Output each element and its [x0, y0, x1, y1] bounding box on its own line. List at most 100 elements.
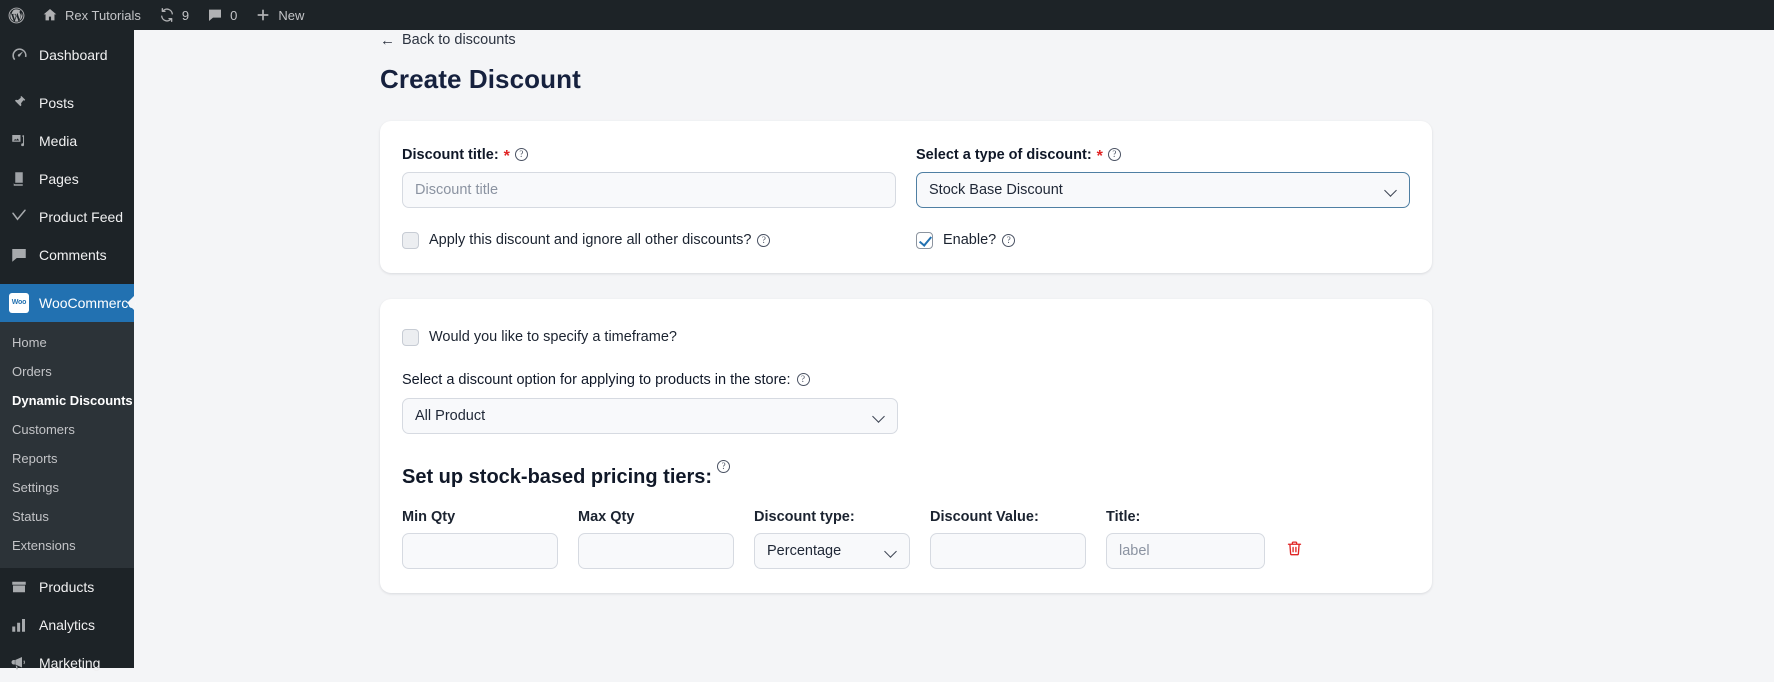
tier-min-qty-input[interactable]	[402, 532, 558, 569]
pin-icon	[9, 93, 29, 113]
sidebar-item-dynamic-discounts[interactable]: Dynamic Discounts	[0, 386, 134, 415]
sidebar-item-label: Dashboard	[39, 47, 108, 63]
discount-title-label: Discount title: * ?	[402, 146, 896, 164]
updates-count: 9	[181, 7, 190, 23]
discount-title-label-text: Discount title:	[402, 146, 499, 163]
sidebar-item-customers[interactable]: Customers	[0, 415, 134, 444]
sidebar-item-woocommerce[interactable]: Woo WooCommerce	[0, 284, 136, 322]
comment-bubble-icon	[9, 245, 29, 265]
page-title: Create Discount	[380, 63, 581, 94]
back-to-discounts-link[interactable]: ← Back to discounts	[380, 30, 516, 48]
tier-discount-value-input[interactable]	[930, 532, 1086, 569]
sidebar-item-settings[interactable]: Settings	[0, 473, 134, 502]
enable-row[interactable]: Enable? ?	[916, 231, 1410, 249]
tier-title-input[interactable]	[1106, 532, 1265, 569]
comments-count: 0	[230, 7, 238, 23]
woocommerce-submenu: Home Orders Dynamic Discounts Customers …	[0, 322, 134, 568]
menu-separator	[0, 74, 134, 84]
sidebar-item-label: Media	[39, 133, 78, 149]
updates-icon	[159, 7, 175, 23]
enable-group: Enable? ?	[916, 208, 1410, 249]
info-icon[interactable]: ?	[514, 148, 528, 161]
wp-admin-bar: Rex Tutorials 9 0 New	[0, 0, 1774, 30]
column-header-discount-value: Discount Value:	[930, 508, 1039, 525]
pricing-tiers-table: Min Qty Max Qty Discount type: Discount …	[402, 509, 1410, 569]
sidebar-item-pages[interactable]: Pages	[0, 160, 134, 198]
sidebar-item-dashboard[interactable]: Dashboard	[0, 36, 134, 74]
info-icon[interactable]: ?	[757, 233, 771, 247]
tier-max-qty-input[interactable]	[578, 532, 734, 569]
menu-separator	[0, 274, 134, 284]
sidebar-item-comments[interactable]: Comments	[0, 236, 134, 274]
sidebar-item-products[interactable]: Products	[0, 568, 134, 606]
sidebar-item-status[interactable]: Status	[0, 502, 134, 531]
comments-menu[interactable]: 0	[198, 0, 246, 30]
discount-type-label: Select a type of discount: * ?	[916, 147, 1410, 164]
sidebar-item-extensions[interactable]: Extensions	[0, 531, 134, 560]
info-icon[interactable]: ?	[1107, 148, 1121, 161]
sidebar-item-marketing[interactable]: Marketing	[0, 644, 134, 682]
chevron-down-icon	[873, 410, 885, 422]
sidebar-item-home[interactable]: Home	[0, 328, 134, 357]
column-header-max-qty: Max Qty	[578, 508, 635, 525]
sidebar-item-media[interactable]: Media	[0, 122, 134, 160]
tier-discount-value-cell	[930, 532, 1086, 569]
wordpress-logo-icon	[7, 6, 26, 25]
ignore-other-discounts-label-text: Apply this discount and ignore all other…	[429, 232, 752, 248]
sidebar-item-posts[interactable]: Posts	[0, 84, 134, 122]
info-icon[interactable]: ?	[1002, 233, 1016, 247]
products-icon	[9, 577, 29, 597]
apply-option-label-text: Select a discount option for applying to…	[402, 371, 791, 388]
new-content-menu[interactable]: New	[246, 0, 313, 30]
info-icon[interactable]: ?	[717, 459, 731, 473]
updates-menu[interactable]: 9	[150, 0, 198, 30]
media-icon	[9, 131, 29, 151]
tier-discount-type-select[interactable]: Percentage	[754, 532, 910, 569]
sidebar-item-orders[interactable]: Orders	[0, 357, 134, 386]
enable-checkbox[interactable]	[916, 231, 933, 249]
discount-title-field-group: Discount title: * ?	[402, 147, 896, 208]
back-link-label: Back to discounts	[402, 32, 516, 48]
sidebar-item-label: WooCommerce	[39, 295, 136, 311]
tier-discount-type-value: Percentage	[767, 542, 842, 559]
pricing-tier-row: Percentage	[402, 532, 1410, 569]
plus-icon	[255, 7, 271, 23]
chevron-down-icon	[885, 545, 897, 557]
enable-label: Enable? ?	[943, 232, 1016, 248]
ignore-other-discounts-label: Apply this discount and ignore all other…	[429, 232, 771, 248]
sidebar-item-reports[interactable]: Reports	[0, 444, 134, 473]
timeframe-label: Would you like to specify a timeframe?	[429, 329, 677, 345]
site-name-menu[interactable]: Rex Tutorials	[33, 0, 150, 30]
discount-title-input[interactable]	[402, 171, 896, 208]
ignore-other-discounts-row[interactable]: Apply this discount and ignore all other…	[402, 231, 896, 249]
info-icon[interactable]: ?	[796, 373, 810, 386]
sidebar-item-label: Posts	[39, 95, 75, 111]
sidebar-item-analytics[interactable]: Analytics	[0, 606, 134, 644]
discount-type-select[interactable]: Stock Base Discount	[916, 171, 1410, 208]
ignore-others-group: Apply this discount and ignore all other…	[402, 208, 896, 249]
ignore-other-discounts-checkbox[interactable]	[402, 231, 419, 249]
sidebar-item-label: Comments	[39, 247, 107, 263]
basic-checkbox-row: Apply this discount and ignore all other…	[402, 208, 1410, 249]
timeframe-row[interactable]: Would you like to specify a timeframe?	[402, 328, 1410, 346]
apply-option-select[interactable]: All Product	[402, 397, 898, 434]
timeframe-checkbox[interactable]	[402, 328, 419, 346]
trash-icon[interactable]	[1285, 539, 1303, 557]
pricing-tiers-heading: Set up stock-based pricing tiers: ?	[402, 459, 1410, 489]
sidebar-item-label: Pages	[39, 171, 79, 187]
woo-badge: Woo	[9, 293, 29, 313]
woocommerce-icon: Woo	[9, 293, 29, 313]
feed-icon	[9, 207, 29, 227]
wp-logo-menu[interactable]	[0, 0, 33, 30]
tier-min-qty-cell	[402, 532, 558, 569]
chevron-down-icon	[1385, 184, 1397, 196]
sidebar-item-product-feed[interactable]: Product Feed	[0, 198, 134, 236]
home-icon	[42, 7, 58, 23]
sidebar-item-label: Product Feed	[39, 209, 124, 225]
admin-sidebar-menu: Dashboard Posts Media Pages Product Feed…	[0, 30, 136, 671]
enable-label-text: Enable?	[943, 232, 997, 248]
pricing-tiers-header-row: Min Qty Max Qty Discount type: Discount …	[402, 509, 1410, 525]
pricing-tiers-heading-text: Set up stock-based pricing tiers:	[402, 465, 713, 488]
discount-basic-card: Discount title: * ? Select a type of dis…	[380, 120, 1432, 273]
discount-type-field-group: Select a type of discount: * ? Stock Bas…	[916, 147, 1410, 208]
